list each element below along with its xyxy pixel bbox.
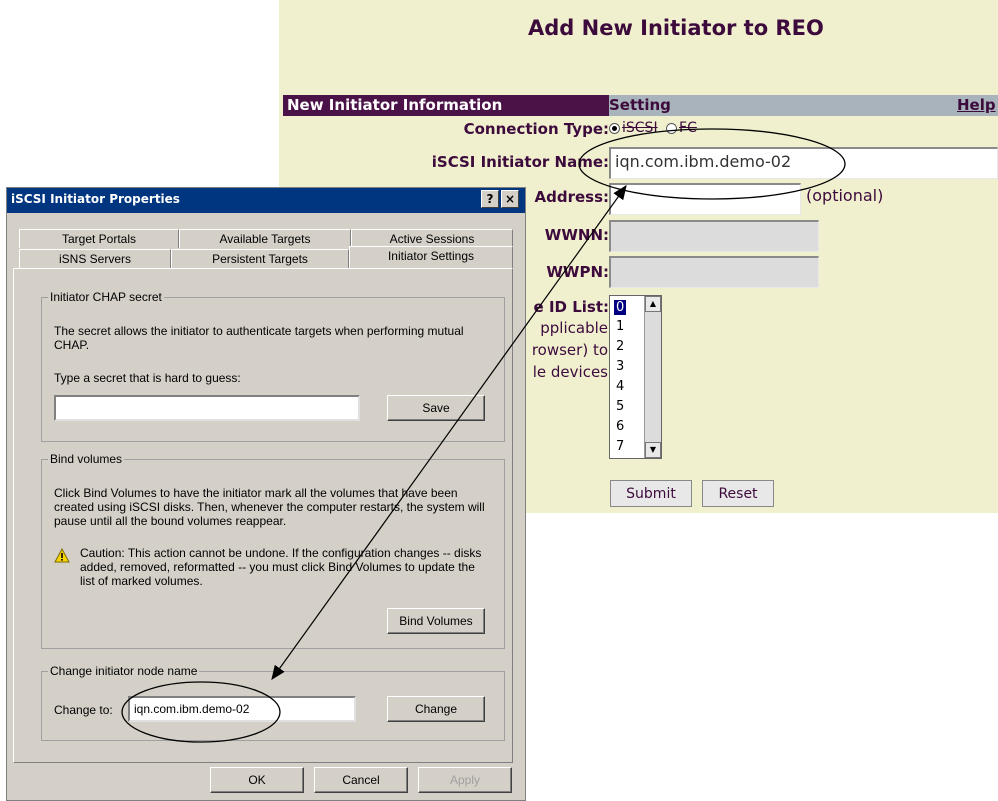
device-help-line-3: le devices [532,363,608,381]
radio-iscsi[interactable] [609,122,620,134]
connection-type-label: Connection Type: [463,120,609,138]
wwnn-label: WWNN: [544,226,609,244]
cancel-button[interactable]: Cancel [314,767,408,793]
submit-button[interactable]: Submit [610,480,692,507]
tab-persistent-targets[interactable]: Persistent Targets [171,249,349,268]
bind-volumes-button[interactable]: Bind Volumes [387,608,485,634]
chap-description: The secret allows the initiator to authe… [54,324,464,352]
list-item[interactable]: 1 [616,319,624,334]
node-name-input[interactable]: iqn.com.ibm.demo-02 [128,696,356,722]
list-item[interactable]: 7 [616,439,624,454]
wwpn-input[interactable] [609,256,819,288]
change-button[interactable]: Change [387,696,485,722]
optional-note: (optional) [806,186,884,205]
bind-volumes-group: Bind volumes Click Bind Volumes to have … [41,452,505,649]
list-item[interactable]: 0 [614,300,627,315]
list-item[interactable]: 6 [616,419,624,434]
ok-button[interactable]: OK [210,767,304,793]
save-button[interactable]: Save [387,395,485,421]
wwpn-label: WWPN: [546,263,609,281]
list-item[interactable]: 4 [616,379,624,394]
device-id-label: e ID List: [533,298,609,316]
tab-available-targets[interactable]: Available Targets [179,229,351,248]
help-icon[interactable]: ? [481,190,499,208]
tab-target-portals[interactable]: Target Portals [19,229,179,248]
help-link[interactable]: Help [957,96,996,114]
device-id-listbox[interactable]: 0 1 2 3 4 5 6 7 ▲ ▼ [609,295,662,459]
tab-initiator-settings[interactable]: Initiator Settings [349,246,513,269]
initiator-name-input[interactable]: iqn.com.ibm.demo-02 [609,147,998,179]
dialog-titlebar[interactable]: iSCSI Initiator Properties ? × [7,188,525,213]
scroll-down-icon[interactable]: ▼ [645,442,661,458]
section-header: New Initiator Information [283,95,609,116]
caution-text: Caution: This action cannot be undone. I… [80,546,482,588]
wwnn-input[interactable] [609,220,819,252]
connection-type-radios: iSCSI FC [609,120,697,136]
node-group-title: Change initiator node name [48,664,200,678]
list-item[interactable]: 3 [616,359,624,374]
device-help-line-2: rowser) to [531,341,608,359]
list-item[interactable]: 2 [616,339,624,354]
radio-fc-label: FC [679,120,697,136]
setting-header-label: Setting [609,96,671,114]
device-help-line-1: pplicable [540,319,608,337]
page-title: Add New Initiator to REO [528,16,824,40]
chap-prompt: Type a secret that is hard to guess: [54,371,241,385]
list-item[interactable]: 5 [616,399,624,414]
radio-fc[interactable] [666,122,678,134]
chap-secret-input[interactable] [54,395,360,421]
tab-isns-servers[interactable]: iSNS Servers [19,249,171,268]
setting-header: Setting Help [609,95,998,116]
reset-button[interactable]: Reset [702,480,774,507]
chap-group: Initiator CHAP secret The secret allows … [41,290,505,442]
bind-group-title: Bind volumes [48,452,125,466]
bind-description: Click Bind Volumes to have the initiator… [54,486,485,528]
iscsi-properties-dialog: iSCSI Initiator Properties ? × Target Po… [6,187,526,801]
chap-group-title: Initiator CHAP secret [48,290,164,304]
initiator-settings-panel: Initiator CHAP secret The secret allows … [13,268,513,763]
radio-iscsi-label: iSCSI [622,120,658,136]
dialog-title: iSCSI Initiator Properties [11,192,180,206]
change-to-label: Change to: [54,703,113,717]
scroll-up-icon[interactable]: ▲ [645,296,661,312]
warning-icon [54,548,70,563]
address-input[interactable] [609,183,801,215]
close-icon[interactable]: × [501,190,519,208]
section-header-label: New Initiator Information [287,96,503,114]
initiator-name-label: iSCSI Initiator Name: [431,153,609,171]
node-name-group: Change initiator node name Change to: iq… [41,664,505,741]
apply-button[interactable]: Apply [418,767,512,793]
address-label: Address: [534,188,609,206]
listbox-scrollbar[interactable]: ▲ ▼ [644,296,661,458]
